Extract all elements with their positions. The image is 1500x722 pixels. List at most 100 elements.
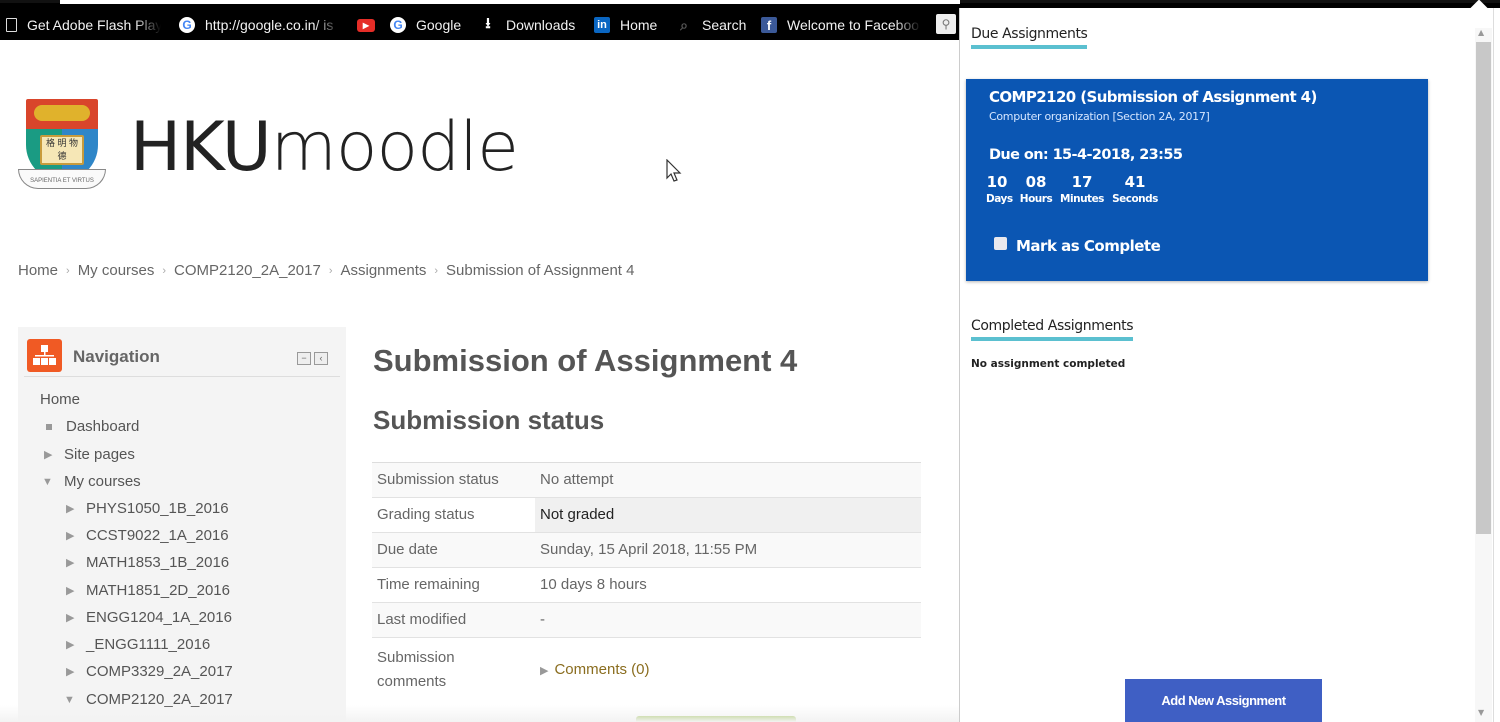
mark-complete-label: Mark as Complete [1016,237,1161,255]
row-value: 10 days 8 hours [540,576,647,593]
countdown-label: Days [986,193,1013,205]
bookmark-label: Get Adobe Flash Play [27,17,161,33]
window-edge [60,0,960,4]
minimize-block-icon[interactable]: − [297,352,311,365]
bookmark-google-co-in[interactable]: G http://google.co.in/ is [179,15,341,35]
nav-label: My courses [64,473,141,490]
table-row: Last modified - [372,603,921,638]
navigation-sitemap-icon [27,339,62,372]
countdown-label: Hours [1019,193,1053,205]
row-label: Grading status [377,506,475,523]
countdown-label: Minutes [1060,193,1104,205]
bookmark-youtube[interactable]: ▶ [357,15,385,35]
row-label: Last modified [377,611,467,628]
assignment-card: COMP2120 (Submission of Assignment 4) Co… [966,79,1428,281]
breadcrumb-home[interactable]: Home [18,262,58,279]
expand-arrow-icon: ▶ [66,639,75,651]
nav-my-courses[interactable]: ▼ My courses [42,473,141,490]
collapse-arrow-icon: ▼ [42,475,53,488]
mark-complete-checkbox[interactable] [994,236,1007,250]
bookmark-adobe-flash[interactable]: Get Adobe Flash Play [6,15,161,35]
table-row: Submission comments ▶ Comments (0) [372,638,921,702]
nav-course[interactable]: ▶ MATH1853_1B_2016 [66,554,229,571]
google-icon: G [179,17,195,33]
countdown-value: 17 [1071,173,1093,191]
nav-course[interactable]: ▶ ENGG1204_1A_2016 [66,609,232,626]
bullet-icon [46,423,52,430]
table-row: Submission status No attempt [372,463,921,498]
breadcrumb-separator-icon: › [328,264,333,277]
expand-arrow-icon: ▶ [66,503,75,515]
row-label: Submission comments [377,649,455,690]
countdown-value: 08 [1025,173,1047,191]
site-logo[interactable]: 格 明 物 德 SAPIENTIA ET VIRTUS HKUmoodle [18,97,519,197]
add-submission-button[interactable] [636,716,796,722]
facebook-icon: f [761,17,777,33]
download-icon: ⭳ [485,14,491,32]
due-date: Due on: 15-4-2018, 23:55 [989,147,1183,163]
nav-course[interactable]: ▶ CCST9022_1A_2016 [66,527,229,544]
breadcrumb-current[interactable]: Submission of Assignment 4 [446,262,634,279]
bookmark-label: http://google.co.in/ is [205,17,334,33]
bookmark-downloads[interactable]: ⭳ Downloads [480,15,575,35]
row-value: No attempt [540,471,614,488]
nav-course[interactable]: ▶ COMP3329_2A_2017 [66,663,233,680]
dock-block-icon[interactable]: ‹ [314,352,328,365]
page-title: Submission of Assignment 4 [373,343,798,378]
bookmark-label: Downloads [506,17,576,33]
bookmark-facebook[interactable]: f Welcome to Faceboo [761,15,921,35]
expand-arrow-icon: ▶ [66,666,75,678]
expand-arrow-icon: ▶ [66,557,75,569]
popup-scrollbar[interactable]: ▲ ▼ [1475,28,1492,722]
breadcrumb: Home › My courses › COMP2120_2A_2017 › A… [18,262,634,279]
breadcrumb-separator-icon: › [66,264,70,277]
row-value: - [540,611,545,628]
scrollbar-thumb[interactable] [1476,42,1491,534]
magnifier-extension-icon[interactable]: ⚲ [936,14,956,34]
nav-label: MATH1851_2D_2016 [86,582,230,599]
bookmark-linkedin-home[interactable]: in Home [594,15,657,35]
comments-toggle[interactable]: ▶ Comments (0) [540,661,650,678]
nav-course[interactable]: ▶ MATH1851_2D_2016 [66,582,230,599]
section-title: Submission status [373,405,605,435]
page-scrollbar-edge [1493,8,1500,722]
nav-home[interactable]: Home [40,391,80,408]
breadcrumb-course[interactable]: COMP2120_2A_2017 [174,262,321,279]
table-row: Time remaining 10 days 8 hours [372,568,921,603]
row-value: ▶ Comments (0) [535,653,921,688]
course-name: Computer organization [Section 2A, 2017] [989,110,1210,123]
add-new-assignment-button[interactable]: Add New Assignment [1125,679,1322,722]
nav-label: PHYS1050_1B_2016 [86,500,229,517]
row-label: Time remaining [377,576,480,593]
mouse-cursor-icon [666,159,682,182]
row-label: Due date [377,541,438,558]
nav-course[interactable]: ▶ PHYS1050_1B_2016 [66,500,229,517]
nav-label: _ENGG1111_2016 [86,636,211,653]
nav-site-pages[interactable]: ▶ Site pages [44,446,135,463]
scroll-down-icon[interactable]: ▼ [1478,708,1484,717]
submission-status-table: Submission status No attempt Grading sta… [372,462,921,702]
bookmark-label: Google [416,17,462,33]
assignment-title: COMP2120 (Submission of Assignment 4) [989,88,1317,106]
mark-as-complete[interactable]: Mark as Complete [994,236,1161,255]
expand-arrow-icon: ▶ [540,664,549,677]
expand-arrow-icon: ▶ [66,612,75,624]
nav-course-current[interactable]: ▼ COMP2120_2A_2017 [64,691,233,708]
countdown-value: 10 [986,173,1008,191]
breadcrumb-my-courses[interactable]: My courses [78,262,155,279]
nav-label: ENGG1204_1A_2016 [86,609,232,626]
nav-dashboard[interactable]: Dashboard [40,418,139,435]
breadcrumb-separator-icon: › [162,264,167,277]
bookmark-label: Home [620,17,658,33]
bookmark-google[interactable]: G Google [390,15,461,35]
bookmark-search[interactable]: ⌕ Search [676,15,746,35]
nav-label: COMP2120_2A_2017 [86,691,233,708]
countdown-value: 41 [1124,173,1146,191]
nav-label: Dashboard [66,418,140,435]
breadcrumb-assignments[interactable]: Assignments [341,262,427,279]
countdown-minutes: 17 Minutes [1059,173,1105,205]
nav-course[interactable]: ▶ _ENGG1111_2016 [66,636,210,653]
nav-label: CCST9022_1A_2016 [86,527,229,544]
scroll-up-icon[interactable]: ▲ [1478,28,1484,37]
navigation-block: Navigation − ‹ Home Dashboard ▶ Site page… [18,327,346,722]
